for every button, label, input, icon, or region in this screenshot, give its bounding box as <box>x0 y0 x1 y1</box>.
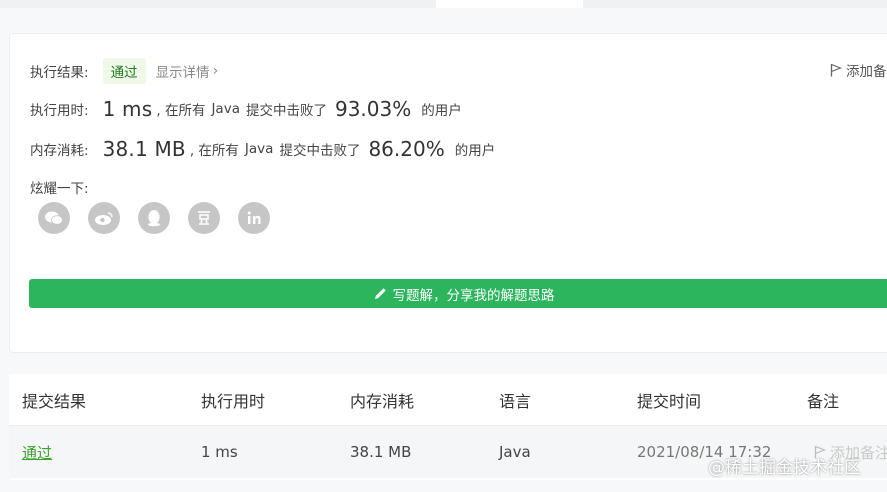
runtime-value: 1 ms <box>102 97 153 121</box>
memory-row: 内存消耗: 38.1 MB , 在所有 Java 提交中击败了 86.20% 的… <box>30 137 495 161</box>
show-details-link[interactable]: 显示详情 › <box>156 61 219 81</box>
memory-prefix: , 在所有 <box>189 143 239 159</box>
add-note-label: 添加备注 <box>846 64 887 80</box>
header-memory[interactable]: 内存消耗 <box>350 374 414 425</box>
runtime-language: Java <box>211 101 240 117</box>
runtime-users: 的用户 <box>421 103 462 119</box>
flag-icon <box>830 63 842 77</box>
header-status[interactable]: 提交结果 <box>22 374 86 425</box>
add-note-button[interactable]: 添加备注 <box>830 60 887 80</box>
runtime-prefix: , 在所有 <box>156 103 206 119</box>
share-label-row: 炫耀一下: <box>30 177 89 197</box>
wechat-icon[interactable] <box>38 202 70 234</box>
runtime-label: 执行用时: <box>30 103 89 119</box>
tab-active[interactable] <box>436 0 583 8</box>
show-details-label: 显示详情 <box>155 65 210 81</box>
watermark: @稀土掘金技术社区 <box>708 458 861 478</box>
result-card: 执行结果: 通过 显示详情 › 添加备注 执行用时: 1 ms , 在所有 Ja… <box>9 33 887 353</box>
row-language: Java <box>499 443 531 461</box>
table-header: 提交结果 执行用时 内存消耗 语言 提交时间 备注 <box>9 374 887 426</box>
header-note: 备注 <box>807 391 840 411</box>
share-label: 炫耀一下: <box>30 181 89 197</box>
memory-users: 的用户 <box>454 143 496 159</box>
memory-suffix: 提交中击败了 <box>279 143 361 159</box>
memory-language: Java <box>244 141 274 157</box>
top-tab-bar <box>0 0 887 8</box>
write-solution-label: 写题解，分享我的解题思路 <box>392 287 555 304</box>
status-row: 执行结果: 通过 显示详情 › <box>30 58 218 84</box>
row-memory: 38.1 MB <box>350 443 412 461</box>
write-solution-button[interactable]: 写题解，分享我的解题思路 <box>29 279 887 308</box>
linkedin-icon[interactable] <box>238 202 270 234</box>
weibo-icon[interactable] <box>88 202 120 234</box>
runtime-percent: 93.03% <box>334 97 412 121</box>
memory-value: 38.1 MB <box>102 137 186 161</box>
qq-icon[interactable] <box>138 202 170 234</box>
chevron-right-icon: › <box>212 63 219 79</box>
runtime-suffix: 提交中击败了 <box>245 103 327 119</box>
header-language[interactable]: 语言 <box>499 374 531 425</box>
row-runtime: 1 ms <box>201 443 238 461</box>
memory-percent: 86.20% <box>368 137 445 161</box>
pencil-icon <box>374 288 386 299</box>
douban-icon[interactable] <box>188 202 220 234</box>
memory-label: 内存消耗: <box>30 143 89 159</box>
status-label: 执行结果: <box>30 65 89 81</box>
row-status-link[interactable]: 通过 <box>22 426 52 478</box>
header-runtime[interactable]: 执行用时 <box>201 374 265 425</box>
header-submit-time[interactable]: 提交时间 <box>637 374 701 425</box>
status-badge: 通过 <box>102 58 146 84</box>
runtime-row: 执行用时: 1 ms , 在所有 Java 提交中击败了 93.03% 的用户 <box>30 97 462 121</box>
share-buttons <box>38 202 288 234</box>
